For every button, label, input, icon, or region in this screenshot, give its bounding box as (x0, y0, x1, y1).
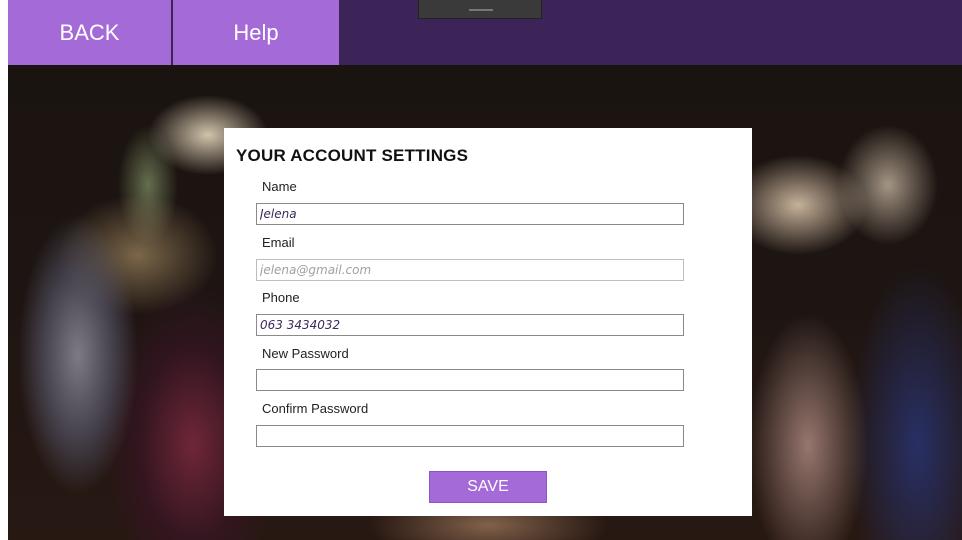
name-field[interactable] (256, 203, 684, 225)
app-window: BACK Help YOUR ACCOUNT SETTINGS Name Ema… (0, 0, 962, 540)
help-button[interactable]: Help (173, 0, 339, 65)
confirm-password-field[interactable] (256, 425, 684, 447)
email-field[interactable] (256, 259, 684, 281)
new-password-field[interactable] (256, 369, 684, 391)
page-title: YOUR ACCOUNT SETTINGS (236, 146, 469, 165)
account-settings-panel: YOUR ACCOUNT SETTINGS Name Email Phone N… (224, 128, 752, 516)
window-edge (0, 0, 8, 540)
name-label: Name (262, 179, 297, 194)
email-label: Email (262, 235, 295, 250)
new-password-label: New Password (262, 346, 349, 361)
confirm-password-label: Confirm Password (262, 401, 369, 416)
save-button[interactable]: SAVE (429, 471, 547, 503)
phone-label: Phone (262, 290, 300, 305)
back-button[interactable]: BACK (8, 0, 171, 65)
window-drag-handle[interactable] (418, 0, 542, 19)
phone-field[interactable] (256, 314, 684, 336)
